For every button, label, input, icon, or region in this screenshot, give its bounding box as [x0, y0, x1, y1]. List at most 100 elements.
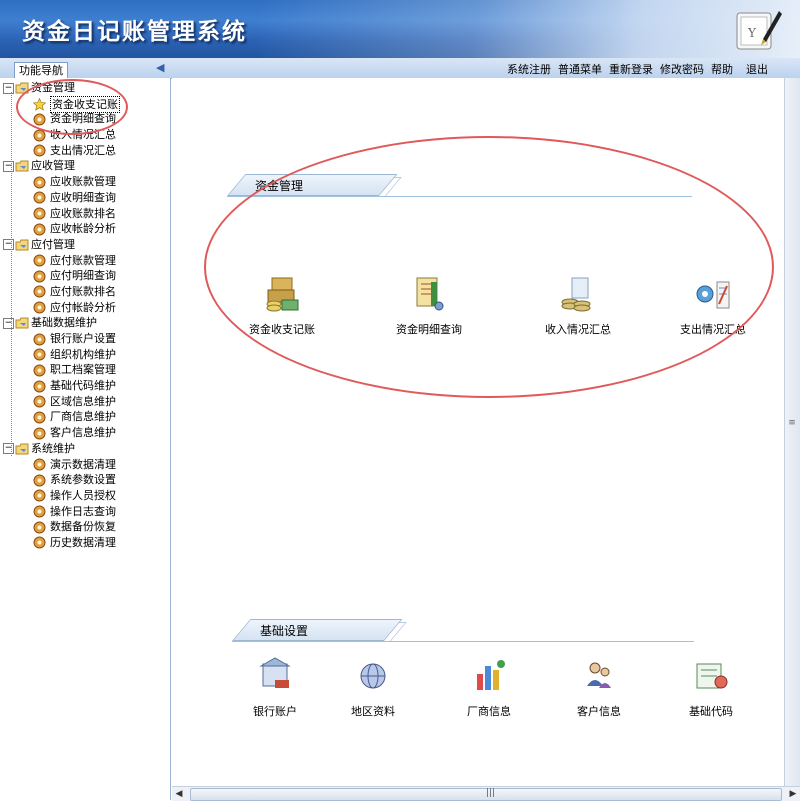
sidebar-item[interactable]: 历史数据清理	[3, 535, 120, 551]
sidebar-item-label: 资金收支记账	[50, 95, 120, 113]
tile-fund-detail-query[interactable]: 资金明细查询	[384, 274, 474, 337]
sidebar-item[interactable]: 收入情况汇总	[3, 127, 120, 143]
sidebar-item[interactable]: 支出情况汇总	[3, 143, 120, 159]
section-title: 资金管理	[255, 179, 304, 193]
tab-function-navigation[interactable]: 功能导航	[14, 62, 68, 78]
sidebar-group[interactable]: − 应付管理	[3, 237, 120, 253]
sidebar-item[interactable]: 组织机构维护	[3, 347, 120, 363]
gear-icon	[33, 505, 46, 518]
sidebar-item[interactable]: 客户信息维护	[3, 425, 120, 441]
expand-collapse-icon[interactable]: −	[3, 82, 14, 94]
sidebar-item-label: 应收帐龄分析	[50, 222, 116, 236]
sidebar-group[interactable]: − 基础数据维护	[3, 315, 120, 331]
sidebar-item[interactable]: 职工档案管理	[3, 362, 120, 378]
bank-icon	[259, 657, 291, 688]
menu-system-register[interactable]: 系统注册	[507, 61, 551, 77]
tile-label: 地区资料	[351, 705, 395, 718]
sidebar-group[interactable]: − 资金管理	[3, 80, 120, 96]
scroll-left-icon[interactable]: ◀	[172, 787, 186, 801]
tile-label: 资金明细查询	[396, 323, 462, 336]
gear-icon	[33, 489, 46, 502]
sidebar-item-label: 厂商信息维护	[50, 410, 116, 424]
gear-icon	[33, 254, 46, 267]
gear-icon	[33, 270, 46, 283]
sidebar-item[interactable]: 区域信息维护	[3, 394, 120, 410]
sidebar-item[interactable]: 资金收支记账	[3, 95, 120, 113]
sidebar-item[interactable]: 应收账款排名	[3, 206, 120, 222]
vertical-scrollbar[interactable]: ≡	[784, 78, 800, 786]
sidebar-item-label: 区域信息维护	[50, 394, 116, 408]
top-menu: 系统注册 普通菜单 重新登录 修改密码 帮助 退出	[507, 61, 768, 77]
tile-income-summary[interactable]: 收入情况汇总	[533, 274, 623, 337]
sidebar-item-label: 演示数据清理	[50, 457, 116, 471]
folder-icon	[15, 160, 29, 172]
sidebar-item[interactable]: 厂商信息维护	[3, 409, 120, 425]
folder-icon	[15, 82, 29, 94]
sidebar-item[interactable]: 数据备份恢复	[3, 519, 120, 535]
sidebar-item[interactable]: 银行账户设置	[3, 331, 120, 347]
tile-fund-journal[interactable]: 资金收支记账	[237, 274, 327, 337]
collapse-panel-icon[interactable]: ◀	[156, 61, 168, 75]
tile-label: 客户信息	[577, 705, 621, 718]
sidebar-item-label: 应收账款排名	[50, 206, 116, 220]
sidebar-item-label: 操作人员授权	[50, 488, 116, 502]
code-card-icon	[696, 663, 728, 689]
sidebar-item-label: 应付明细查询	[50, 269, 116, 283]
tile-region-data[interactable]: 地区资料	[328, 656, 418, 719]
sidebar-item[interactable]: 应付账款管理	[3, 253, 120, 269]
sidebar-item-label: 应付帐龄分析	[50, 300, 116, 314]
tile-customer-info[interactable]: 客户信息	[554, 656, 644, 719]
expand-collapse-icon[interactable]: −	[3, 239, 14, 251]
tile-basic-code[interactable]: 基础代码	[666, 656, 756, 719]
navigation-tree: − 资金管理 资金收支记账 资金明细查询 收入情况汇总 支出情况汇总 − 应收管理 应收账款管理…	[3, 80, 120, 551]
menu-help[interactable]: 帮助	[711, 61, 733, 77]
sidebar-group[interactable]: − 系统维护	[3, 441, 120, 457]
sidebar-item[interactable]: 演示数据清理	[3, 457, 120, 473]
sidebar-group[interactable]: − 应收管理	[3, 158, 120, 174]
folder-icon	[15, 239, 29, 251]
main-content: 资金管理 资金收支记账 资金明细查询 收入情况汇总 支出情况汇总 基础设置 银行…	[172, 78, 784, 786]
expand-collapse-icon[interactable]: −	[3, 443, 14, 455]
factory-chart-icon	[477, 660, 505, 690]
sidebar-item-label: 应收账款管理	[50, 175, 116, 189]
sidebar-item[interactable]: 应付帐龄分析	[3, 300, 120, 316]
gear-icon	[33, 223, 46, 236]
sidebar-item-label: 应付账款管理	[50, 253, 116, 267]
sidebar-item[interactable]: 应收明细查询	[3, 190, 120, 206]
sidebar-group-label: 应付管理	[31, 237, 75, 251]
expand-collapse-icon[interactable]: −	[3, 317, 14, 329]
menu-relogin[interactable]: 重新登录	[609, 61, 653, 77]
gear-icon	[33, 458, 46, 471]
sidebar-item[interactable]: 资金明细查询	[3, 111, 120, 127]
svg-text:Y: Y	[747, 26, 757, 40]
horizontal-scrollbar[interactable]: ◀ ||| ▶	[172, 786, 800, 801]
tile-expense-summary[interactable]: 支出情况汇总	[668, 274, 758, 337]
sidebar-item[interactable]: 应付明细查询	[3, 268, 120, 284]
gear-icon	[33, 411, 46, 424]
menu-normal-menu[interactable]: 普通菜单	[558, 61, 602, 77]
sidebar-group-label: 资金管理	[31, 81, 75, 94]
sidebar-item-label: 操作日志查询	[50, 504, 116, 518]
menu-exit[interactable]: 退出	[746, 61, 768, 77]
sidebar-item[interactable]: 操作人员授权	[3, 488, 120, 504]
sidebar-item[interactable]: 应收帐龄分析	[3, 221, 120, 237]
scroll-thumb[interactable]: |||	[190, 788, 782, 801]
sidebar-item[interactable]: 应付账款排名	[3, 284, 120, 300]
sidebar-item[interactable]: 操作日志查询	[3, 504, 120, 520]
sidebar-item[interactable]: 应收账款管理	[3, 174, 120, 190]
tile-vendor-info[interactable]: 厂商信息	[444, 656, 534, 719]
sidebar-item-label: 基础代码维护	[50, 379, 116, 393]
gear-icon	[33, 207, 46, 220]
expand-collapse-icon[interactable]: −	[3, 160, 14, 172]
menu-change-password[interactable]: 修改密码	[660, 61, 704, 77]
sidebar-item[interactable]: 基础代码维护	[3, 378, 120, 394]
sidebar-item-label: 职工档案管理	[50, 363, 116, 377]
gear-icon	[33, 301, 46, 314]
tile-label: 基础代码	[689, 705, 733, 718]
sidebar-item-label: 收入情况汇总	[50, 128, 116, 142]
title-bar: 资金日记账管理系统 Y	[0, 0, 800, 58]
scroll-right-icon[interactable]: ▶	[786, 787, 800, 801]
gear-icon	[33, 395, 46, 408]
sidebar-item[interactable]: 系统参数设置	[3, 472, 120, 488]
tile-bank-account[interactable]: 银行账户	[230, 656, 320, 719]
